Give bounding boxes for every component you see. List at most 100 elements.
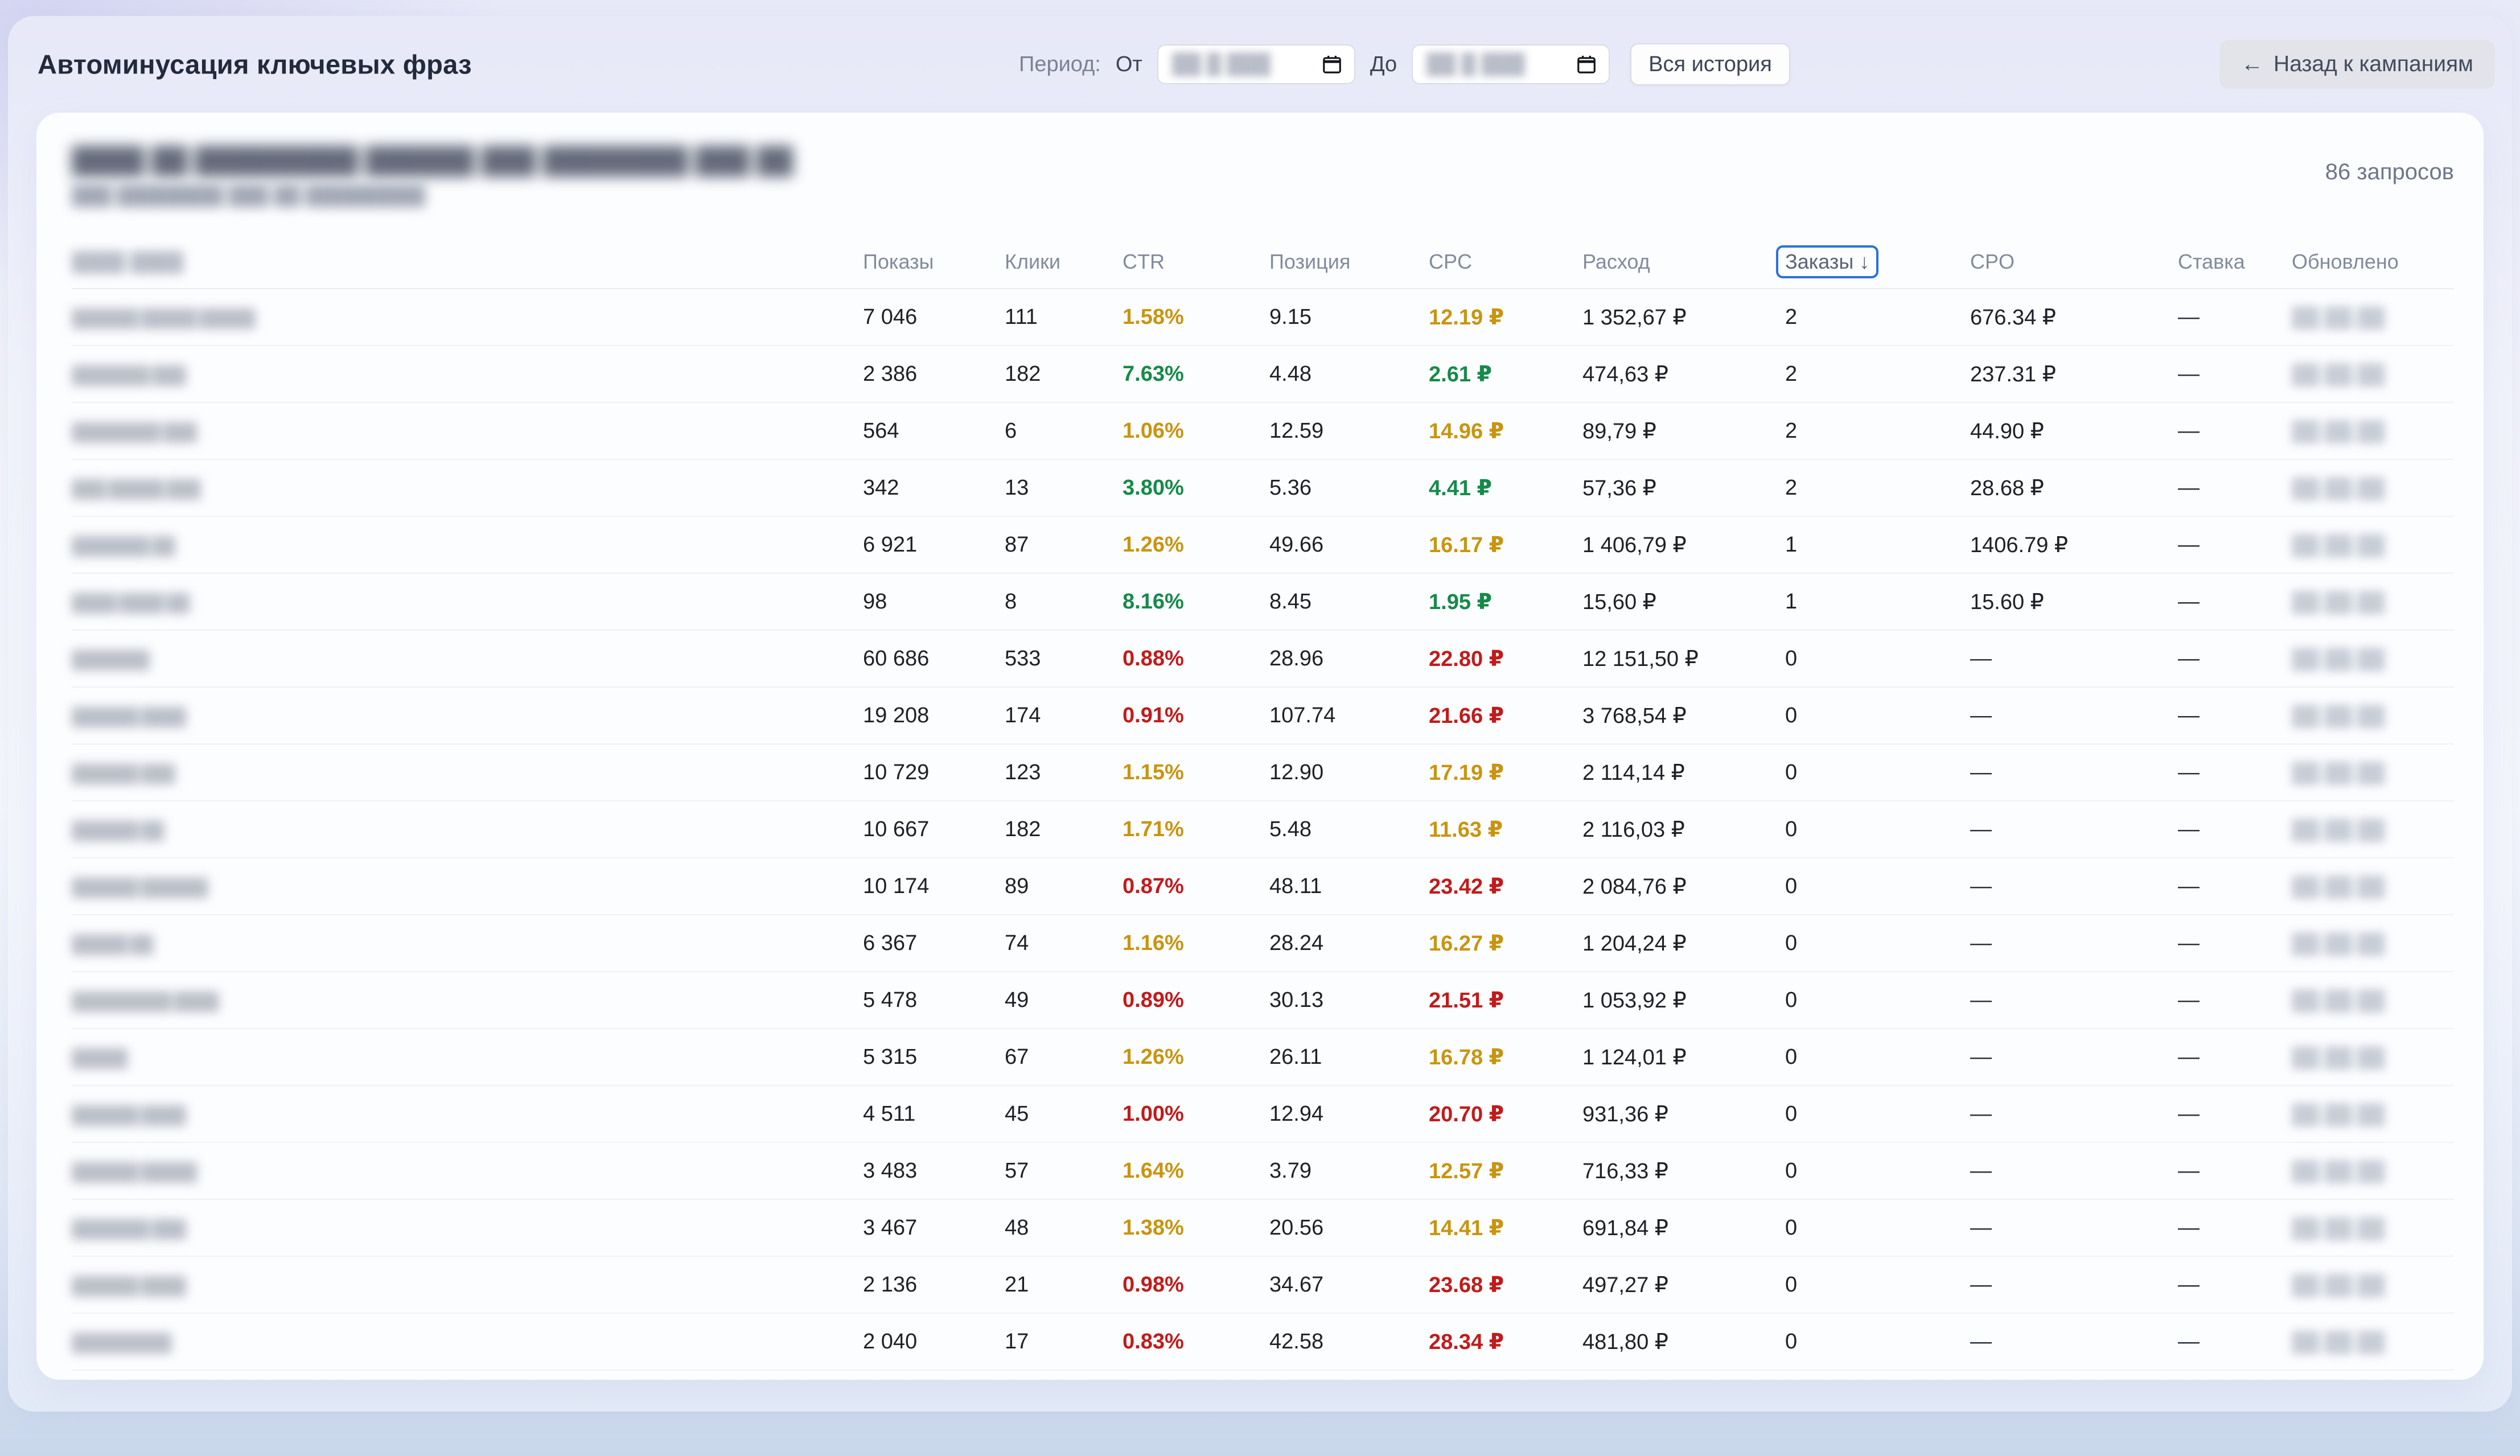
cell-ctr: 1.64% (1123, 1159, 1269, 1183)
card-header: ████ ██ █████████ ██████ ███ ████████ ██… (72, 146, 2454, 206)
updated-masked: ██.██.██ (2292, 591, 2385, 613)
keyword-masked: ███████ (72, 651, 149, 669)
cell-ctr: 0.88% (1123, 647, 1269, 671)
cell-cpc: 16.27 ₽ (1429, 931, 1582, 956)
cell-ctr: 1.16% (1123, 931, 1269, 956)
keyword-masked: ██████ ██ (72, 821, 163, 840)
cell-bid: — (2178, 1045, 2292, 1070)
cell-updated: ██.██.██ (2292, 305, 2454, 330)
cell-cpc: 12.19 ₽ (1429, 305, 1582, 330)
cell-orders: 0 (1785, 1102, 1970, 1126)
cell-position: 107.74 (1269, 704, 1429, 728)
app-shell: Автоминусация ключевых фраз Период: От █… (8, 16, 2512, 1412)
table-row: ██████ █████ █████ 7 046 111 1.58% 9.15 … (72, 289, 2454, 346)
cell-bid: — (2178, 1216, 2292, 1240)
cell-position: 3.79 (1269, 1159, 1429, 1183)
campaign-info: ████ ██ █████████ ██████ ███ ████████ ██… (72, 146, 793, 206)
cell-orders: 0 (1785, 1273, 1970, 1297)
table-row: ████████ ███ 564 6 1.06% 12.59 14.96 ₽ 8… (72, 403, 2454, 460)
calendar-icon[interactable] (1576, 53, 1597, 76)
updated-masked: ██.██.██ (2292, 534, 2385, 556)
cell-position: 5.48 (1269, 817, 1429, 842)
cell-shows: 564 (863, 419, 1005, 443)
cell-orders: 0 (1785, 1159, 1970, 1183)
updated-masked: ██.██.██ (2292, 1331, 2385, 1353)
cell-cpo: — (1970, 647, 2178, 671)
updated-masked: ██.██.██ (2292, 990, 2385, 1011)
updated-masked: ██.██.██ (2292, 705, 2385, 727)
cell-cpo: 1406.79 ₽ (1970, 532, 2178, 558)
table-row: █████ 5 315 67 1.26% 26.11 16.78 ₽ 1 124… (72, 1029, 2454, 1086)
cell-keyword: ██████ ██████ (72, 874, 863, 899)
keyword-masked: ███████ ██ (72, 537, 174, 556)
cell-spend: 12 151,50 ₽ (1582, 646, 1785, 672)
column-header-shows[interactable]: Показы (863, 250, 1005, 274)
cell-spend: 716,33 ₽ (1582, 1158, 1785, 1184)
column-header-updated[interactable]: Обновлено (2292, 250, 2454, 274)
column-header-clicks[interactable]: Клики (1005, 250, 1123, 274)
keyword-masked: ██████ ███ (72, 764, 174, 783)
sort-desc-icon: ↓ (1859, 250, 1869, 274)
updated-masked: ██.██.██ (2292, 478, 2385, 499)
cell-clicks: 123 (1005, 760, 1123, 785)
column-header-position[interactable]: Позиция (1269, 250, 1429, 274)
cell-cpo: — (1970, 704, 2178, 728)
table-row: ██████ ████ 2 136 21 0.98% 34.67 23.68 ₽… (72, 1257, 2454, 1314)
cell-updated: ██.██.██ (2292, 988, 2454, 1013)
cell-cpc: 16.17 ₽ (1429, 532, 1582, 558)
cell-ctr: 1.26% (1123, 533, 1269, 557)
column-header-spend[interactable]: Расход (1582, 250, 1785, 274)
cell-cpc: 17.19 ₽ (1429, 760, 1582, 785)
date-to-value: ██ █ ███ (1427, 52, 1525, 76)
cell-keyword: ██████ █████ █████ (72, 305, 863, 330)
date-from-input[interactable]: ██ █ ███ (1157, 44, 1355, 84)
cell-orders: 0 (1785, 931, 1970, 956)
updated-masked: ██.██.██ (2292, 1161, 2385, 1182)
cell-orders: 2 (1785, 419, 1970, 443)
cell-spend: 691,84 ₽ (1582, 1215, 1785, 1241)
cell-cpc: 1.95 ₽ (1429, 589, 1582, 615)
column-header-orders: Заказы ↓ (1785, 245, 1970, 278)
column-header-cpo[interactable]: CPO (1970, 250, 2178, 274)
column-header-ctr[interactable]: CTR (1123, 250, 1269, 274)
column-header-cpc[interactable]: CPC (1429, 250, 1582, 274)
cell-bid: — (2178, 1330, 2292, 1354)
cell-clicks: 533 (1005, 647, 1123, 671)
calendar-icon[interactable] (1321, 53, 1343, 76)
column-header-keyword[interactable]: ████ ████ (72, 251, 863, 273)
cell-clicks: 6 (1005, 419, 1123, 443)
column-header-bid[interactable]: Ставка (2178, 250, 2292, 274)
cell-spend: 481,80 ₽ (1582, 1329, 1785, 1355)
cell-clicks: 13 (1005, 476, 1123, 500)
cell-clicks: 67 (1005, 1045, 1123, 1070)
cell-keyword: ██████ ██ (72, 817, 863, 842)
period-to-label: До (1370, 52, 1397, 77)
cell-orders: 0 (1785, 1216, 1970, 1240)
cell-shows: 5 315 (863, 1045, 1005, 1070)
cell-cpo: — (1970, 760, 2178, 785)
cell-updated: ██.██.██ (2292, 704, 2454, 728)
date-to-input[interactable]: ██ █ ███ (1412, 44, 1610, 84)
cell-cpc: 16.78 ₽ (1429, 1044, 1582, 1070)
cell-cpo: 15.60 ₽ (1970, 589, 2178, 615)
cell-ctr: 8.16% (1123, 590, 1269, 614)
all-history-button[interactable]: Вся история (1630, 43, 1790, 85)
cell-keyword: █████████ (72, 1330, 863, 1354)
cell-shows: 342 (863, 476, 1005, 500)
cell-clicks: 182 (1005, 817, 1123, 842)
cell-spend: 931,36 ₽ (1582, 1101, 1785, 1127)
cell-updated: ██.██.██ (2292, 476, 2454, 500)
table-row: ██████ ███ 10 729 123 1.15% 12.90 17.19 … (72, 745, 2454, 801)
campaign-subtitle-masked: ███ ████████ ███ ██ █████████ (72, 184, 793, 206)
back-to-campaigns-button[interactable]: ← Назад к кампаниям (2219, 40, 2495, 89)
period-controls: Период: От ██ █ ███ До ██ █ ███ (1019, 43, 1790, 85)
cell-clicks: 45 (1005, 1102, 1123, 1126)
orders-sort-control[interactable]: Заказы ↓ (1776, 245, 1878, 278)
cell-keyword: ███████ ███ (72, 1216, 863, 1240)
cell-cpc: 12.57 ₽ (1429, 1158, 1582, 1184)
cell-shows: 6 367 (863, 931, 1005, 956)
cell-orders: 0 (1785, 760, 1970, 785)
cell-cpc: 14.41 ₽ (1429, 1215, 1582, 1241)
requests-count: 86 запросов (2325, 159, 2454, 185)
cell-spend: 2 114,14 ₽ (1582, 760, 1785, 785)
